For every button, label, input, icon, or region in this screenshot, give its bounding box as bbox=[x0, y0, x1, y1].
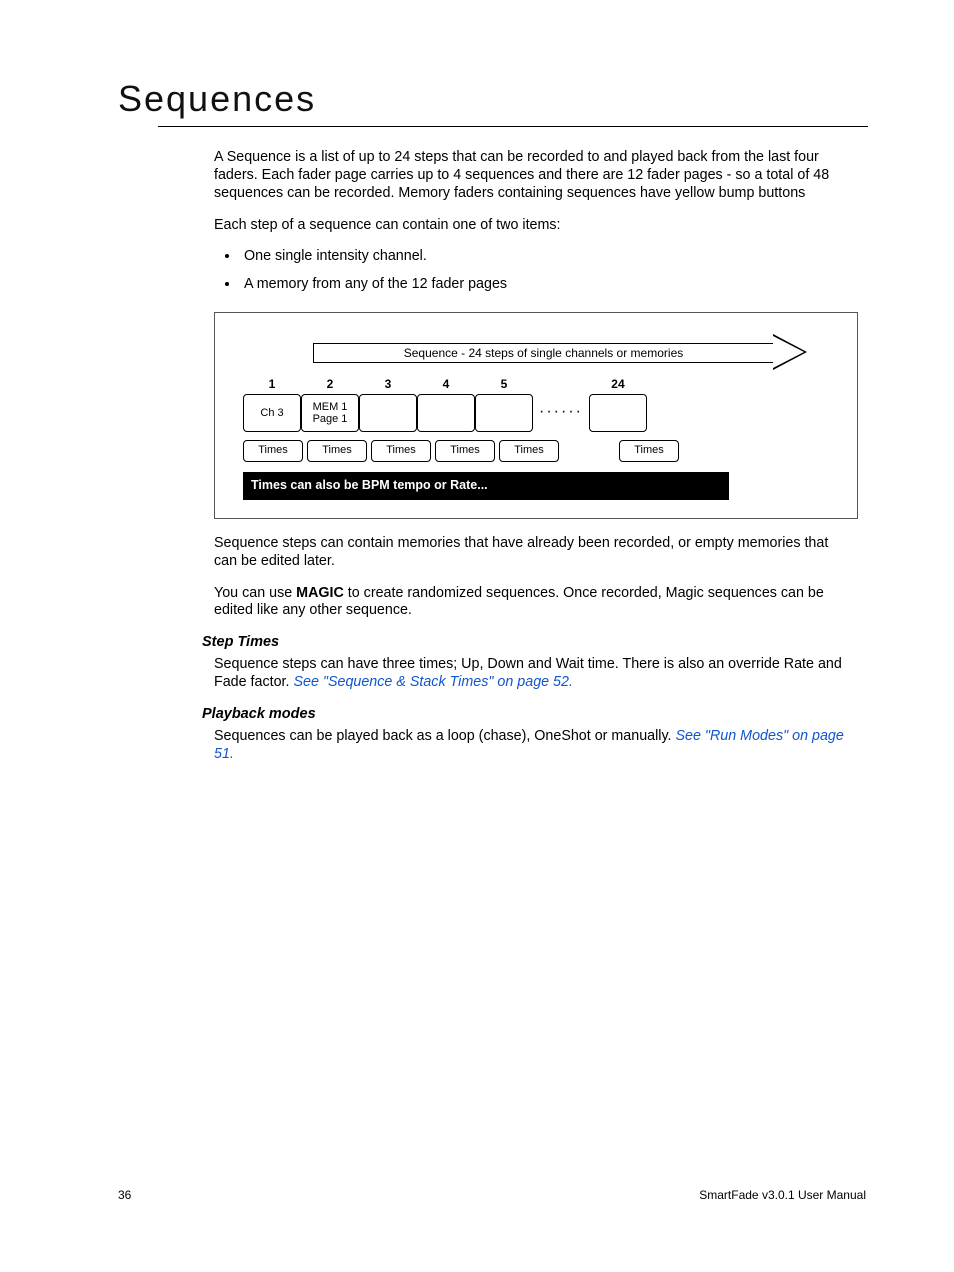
times-box: Times bbox=[499, 440, 559, 462]
sequence-diagram: Sequence - 24 steps of single channels o… bbox=[214, 312, 858, 519]
times-box: Times bbox=[371, 440, 431, 462]
times-box: Times bbox=[307, 440, 367, 462]
page-title: Sequences bbox=[118, 78, 866, 120]
step-box: Ch 3 bbox=[243, 394, 301, 432]
arrow-label: Sequence - 24 steps of single channels o… bbox=[313, 343, 773, 363]
items-list: One single intensity channel. A memory f… bbox=[214, 248, 854, 294]
step-box bbox=[417, 394, 475, 432]
step-times-paragraph: Sequence steps can have three times; Up,… bbox=[214, 656, 854, 692]
page-number: 36 bbox=[118, 1188, 131, 1202]
step-number: 2 bbox=[301, 377, 359, 392]
body-column: A Sequence is a list of up to 24 steps t… bbox=[214, 149, 854, 620]
playback-modes-paragraph: Sequences can be played back as a loop (… bbox=[214, 728, 854, 764]
doc-title: SmartFade v3.0.1 User Manual bbox=[699, 1188, 866, 1202]
step-col-3: 3 bbox=[359, 377, 417, 432]
step-number: 4 bbox=[417, 377, 475, 392]
magic-keyword: MAGIC bbox=[296, 585, 344, 601]
times-box: Times bbox=[243, 440, 303, 462]
step-box bbox=[589, 394, 647, 432]
text: You can use bbox=[214, 585, 296, 601]
step-number: 3 bbox=[359, 377, 417, 392]
page: Sequences A Sequence is a list of up to … bbox=[0, 0, 954, 1272]
step-content: Ch 3 bbox=[260, 407, 283, 420]
step-box bbox=[359, 394, 417, 432]
list-item: A memory from any of the 12 fader pages bbox=[240, 276, 854, 294]
step-box: MEM 1 Page 1 bbox=[301, 394, 359, 432]
step-number: 24 bbox=[589, 377, 647, 392]
xref-link[interactable]: See "Sequence & Stack Times" on page 52. bbox=[293, 674, 572, 690]
arrow-band: Sequence - 24 steps of single channels o… bbox=[313, 335, 773, 371]
page-footer: 36 SmartFade v3.0.1 User Manual bbox=[118, 1188, 866, 1202]
times-box: Times bbox=[435, 440, 495, 462]
times-box: Times bbox=[619, 440, 679, 462]
intro-paragraph-1: A Sequence is a list of up to 24 steps t… bbox=[214, 149, 854, 203]
subsection-playback-modes: Playback modes Sequences can be played b… bbox=[202, 706, 854, 764]
ellipsis-icon: ······ bbox=[539, 388, 583, 422]
subheading: Playback modes bbox=[202, 706, 854, 722]
step-col-2: 2 MEM 1 Page 1 bbox=[301, 377, 359, 432]
diagram-caption-bar: Times can also be BPM tempo or Rate... bbox=[243, 472, 729, 500]
paragraph-magic: You can use MAGIC to create randomized s… bbox=[214, 585, 854, 621]
intro-paragraph-2: Each step of a sequence can contain one … bbox=[214, 217, 854, 235]
step-number: 1 bbox=[243, 377, 301, 392]
step-col-4: 4 bbox=[417, 377, 475, 432]
step-number: 5 bbox=[475, 377, 533, 392]
step-col-24: 24 bbox=[589, 377, 647, 432]
step-box bbox=[475, 394, 533, 432]
step-content-line2: Page 1 bbox=[313, 413, 348, 426]
list-item: One single intensity channel. bbox=[240, 248, 854, 266]
step-col-1: 1 Ch 3 bbox=[243, 377, 301, 432]
arrow-head-inner bbox=[773, 336, 804, 368]
step-content-line1: MEM 1 bbox=[313, 401, 348, 414]
subsection-step-times: Step Times Sequence steps can have three… bbox=[202, 634, 854, 692]
text: Sequences can be played back as a loop (… bbox=[214, 728, 676, 744]
paragraph-memories: Sequence steps can contain memories that… bbox=[214, 535, 854, 571]
subheading: Step Times bbox=[202, 634, 854, 650]
title-rule bbox=[158, 126, 868, 127]
step-col-5: 5 bbox=[475, 377, 533, 432]
